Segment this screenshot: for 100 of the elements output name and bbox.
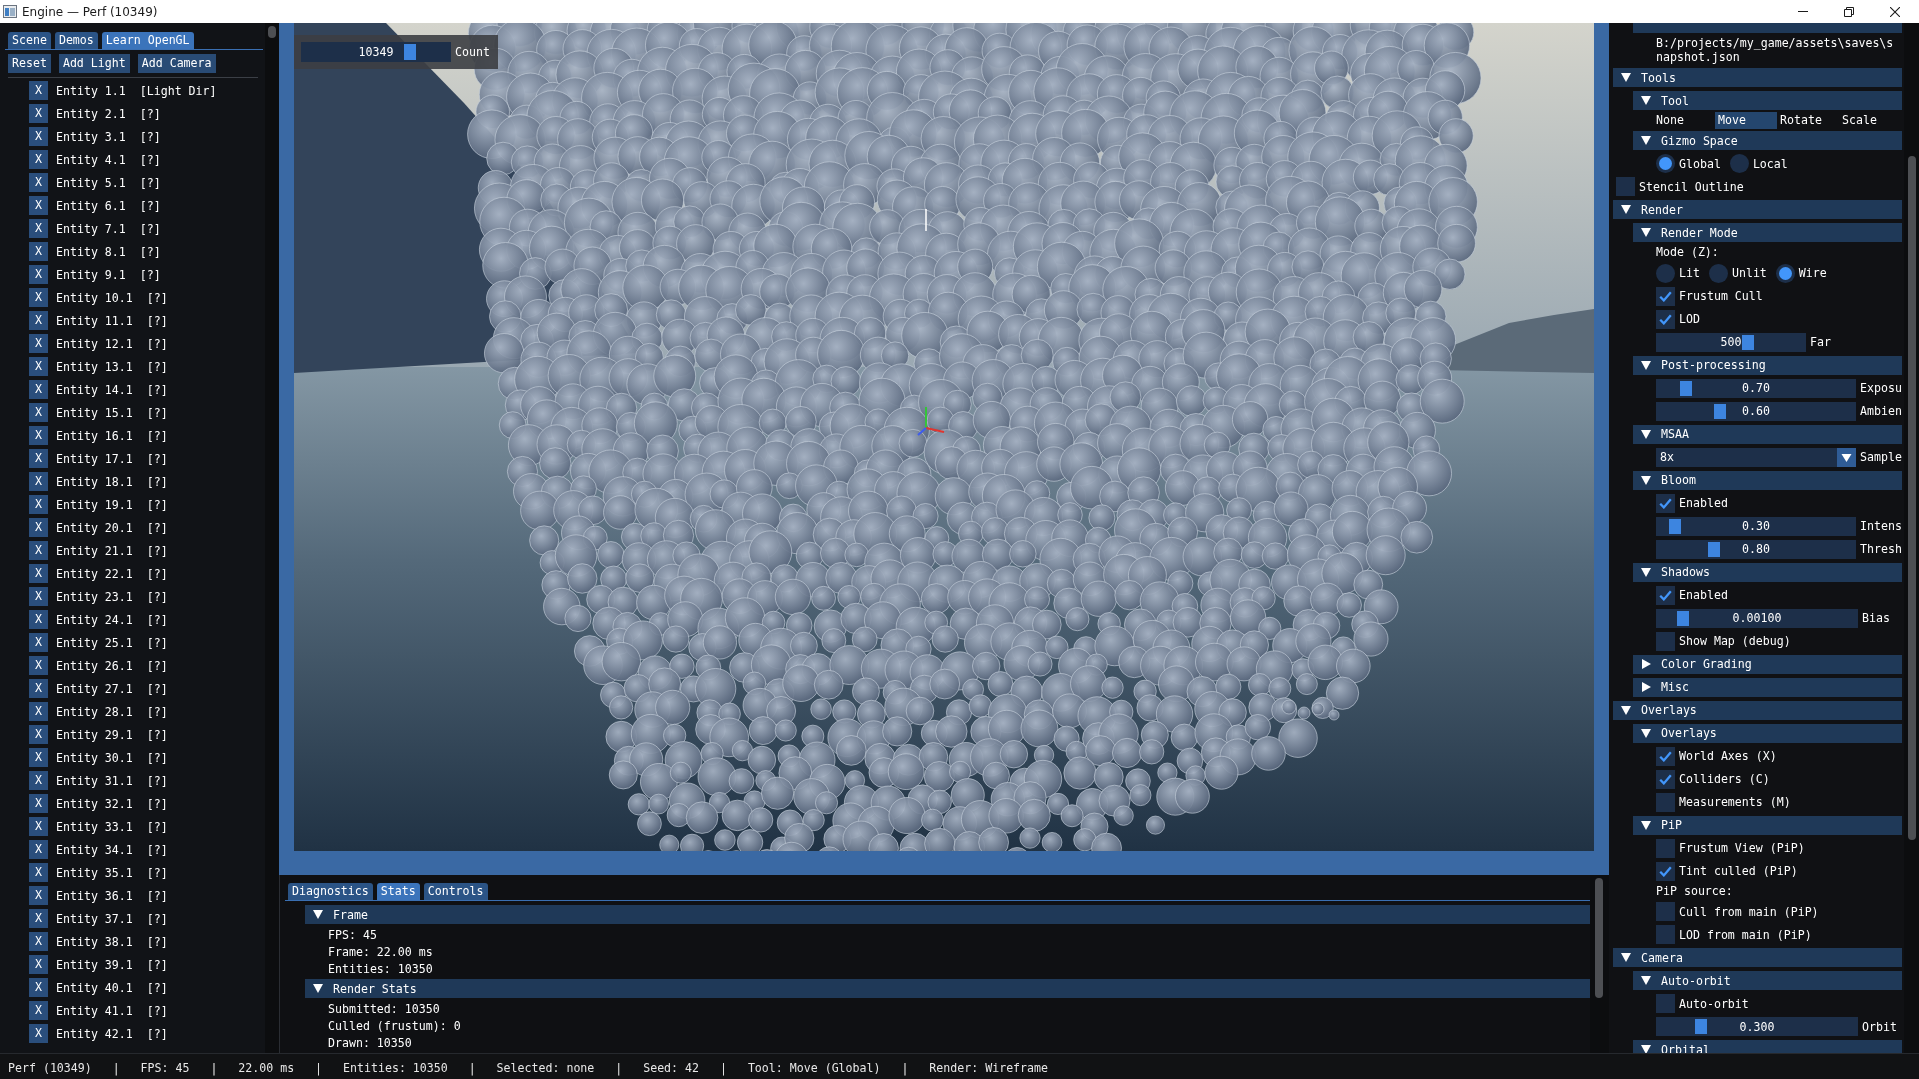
entity-label[interactable]: Entity 2.1 [?] [56,106,161,121]
entity-label[interactable]: Entity 18.1 [?] [56,474,168,489]
entity-label[interactable]: Entity 40.1 [?] [56,980,168,995]
entity-label[interactable]: Entity 5.1 [?] [56,175,161,190]
entity-label[interactable]: Entity 28.1 [?] [56,704,168,719]
slider-thumb[interactable] [1742,334,1755,350]
x-button[interactable]: X [29,334,48,353]
x-button[interactable]: X [29,288,48,307]
x-button[interactable]: X [29,955,48,974]
section-header[interactable]: MSAA [1633,424,1902,444]
entity-label[interactable]: Entity 19.1 [?] [56,497,168,512]
checkbox[interactable] [1656,994,1675,1013]
radio-button[interactable] [1708,263,1728,283]
slider-field[interactable]: 0.80 [1656,539,1857,559]
section-header[interactable]: Camera [1613,948,1902,967]
x-button[interactable]: X [29,978,48,997]
entity-label[interactable]: Entity 12.1 [?] [56,336,168,351]
x-button[interactable]: X [29,817,48,836]
x-button[interactable]: X [29,679,48,698]
action-button[interactable]: Reset [8,54,51,73]
x-button[interactable]: X [29,610,48,629]
checkbox[interactable] [1656,769,1675,789]
slider-field[interactable]: 0.300 [1656,1017,1858,1036]
x-button[interactable]: X [29,495,48,514]
entity-label[interactable]: Entity 29.1 [?] [56,727,168,742]
checkbox[interactable] [1656,631,1675,651]
checkbox[interactable] [1656,838,1675,858]
checkbox[interactable] [1656,286,1675,306]
x-button[interactable]: X [29,150,48,169]
entity-label[interactable]: Entity 32.1 [?] [56,796,168,811]
tool-option[interactable]: Scale [1839,112,1901,129]
entity-label[interactable]: Entity 8.1 [?] [56,244,161,259]
x-button[interactable]: X [29,426,48,445]
x-button[interactable]: X [29,403,48,422]
slider-field[interactable]: 0.60 [1656,401,1857,421]
x-button[interactable]: X [29,104,48,123]
checkbox[interactable] [1656,792,1675,812]
slider-thumb[interactable] [1669,518,1682,534]
x-button[interactable]: X [29,633,48,652]
tab[interactable]: Scene [8,32,51,49]
entity-label[interactable]: Entity 24.1 [?] [56,612,168,627]
tool-option[interactable]: Move [1715,112,1777,129]
entity-label[interactable]: Entity 15.1 [?] [56,405,168,420]
entity-label[interactable]: Entity 4.1 [?] [56,152,161,167]
x-button[interactable]: X [29,702,48,721]
section-header[interactable]: Gizmo Space [1633,131,1902,150]
scrollbar-thumb[interactable] [268,26,276,38]
tab[interactable]: Demos [54,32,98,49]
entity-label[interactable]: Entity 10.1 [?] [56,290,168,305]
section-header[interactable]: Tools [1613,68,1902,87]
section-header[interactable]: Render [1613,200,1902,219]
x-button[interactable]: X [29,909,48,928]
radio-button[interactable] [1656,263,1675,283]
entity-label[interactable]: Entity 14.1 [?] [56,382,168,397]
slider-thumb[interactable] [1676,610,1689,626]
checkbox[interactable] [1656,493,1675,513]
tab[interactable]: Stats [376,883,420,900]
entity-label[interactable]: Entity 22.1 [?] [56,566,168,581]
entity-label[interactable]: Entity 26.1 [?] [56,658,168,673]
x-button[interactable]: X [29,932,48,951]
slider-thumb[interactable] [1695,1019,1708,1034]
entity-label[interactable]: Entity 31.1 [?] [56,773,168,788]
x-button[interactable]: X [29,380,48,399]
entity-label[interactable]: Entity 42.1 [?] [56,1026,168,1041]
x-button[interactable]: X [29,449,48,468]
slider-field[interactable]: 500 [1656,332,1806,352]
section-header[interactable]: Render Stats [305,979,1590,998]
radio-button[interactable] [1656,154,1675,173]
entity-label[interactable]: Entity 16.1 [?] [56,428,168,443]
x-button[interactable]: X [29,886,48,905]
entity-label[interactable]: Entity 13.1 [?] [56,359,168,374]
tool-option[interactable]: Rotate [1777,112,1839,129]
tool-option[interactable]: None [1653,112,1715,129]
x-button[interactable]: X [29,794,48,813]
checkbox[interactable] [1656,746,1675,766]
section-header[interactable]: Frame [305,905,1590,924]
section-header[interactable]: PiP [1633,815,1902,835]
checkbox[interactable] [1656,861,1675,881]
x-button[interactable]: X [29,81,48,100]
checkbox[interactable] [1656,925,1675,944]
checkbox[interactable] [1656,585,1675,605]
x-button[interactable]: X [29,725,48,744]
checkbox[interactable] [1656,902,1675,921]
x-button[interactable]: X [29,564,48,583]
dropdown[interactable]: 8x [1656,447,1857,467]
action-button[interactable]: Add Light [58,54,130,73]
x-button[interactable]: X [29,518,48,537]
x-button[interactable]: X [29,541,48,560]
x-button[interactable]: X [29,173,48,192]
slider-field[interactable]: 0.00100 [1656,608,1858,628]
x-button[interactable]: X [29,472,48,491]
x-button[interactable]: X [29,587,48,606]
x-button[interactable]: X [29,748,48,767]
slider-field[interactable]: 0.30 [1656,516,1857,536]
slider-thumb[interactable] [1713,403,1726,419]
tab[interactable]: Controls [423,883,488,900]
x-button[interactable]: X [29,1024,48,1043]
entity-label[interactable]: Entity 6.1 [?] [56,198,161,213]
entity-label[interactable]: Entity 3.1 [?] [56,129,161,144]
entity-label[interactable]: Entity 11.1 [?] [56,313,168,328]
